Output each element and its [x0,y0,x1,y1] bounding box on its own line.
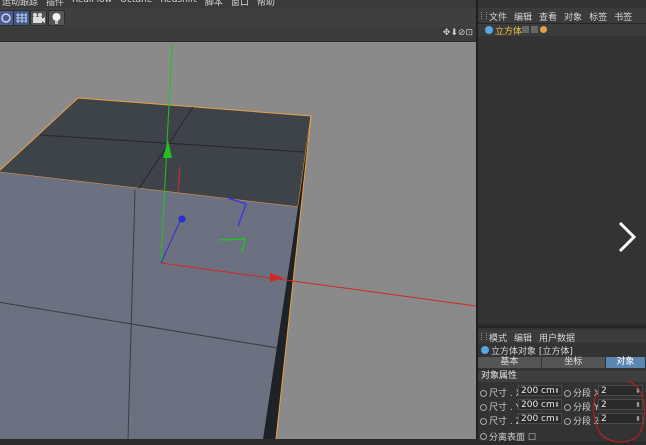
object-manager: 文件 编辑 查看 对象 标签 书签 立方体 [478,0,646,324]
next-arrow-icon[interactable] [612,220,640,254]
tab-basic[interactable]: 基本 [478,357,541,368]
menu-motion-tracking[interactable]: 运动跟踪 [2,0,38,8]
attribute-menu: 模式 编辑 用户数据 [478,330,646,344]
deformer-icon[interactable] [0,10,14,26]
attr-menu-edit[interactable]: 编辑 [514,331,532,344]
floor-grid-icon[interactable] [13,10,30,26]
keyframe-icon[interactable] [480,390,487,397]
camera-icon[interactable] [30,10,47,26]
attribute-tabs: 基本 坐标 对象 [478,357,646,369]
menu-plugins[interactable]: 插件 [46,0,64,8]
menu-script[interactable]: 脚本 [205,0,223,8]
menu-window[interactable]: 窗口 [231,0,249,8]
menu-redshift[interactable]: Redshift [160,0,197,8]
keyframe-icon[interactable] [564,404,571,411]
cube-object-icon [481,346,489,354]
tab-coord[interactable]: 坐标 [541,357,605,368]
attr-menu-userdata[interactable]: 用户数据 [539,331,575,344]
z-axis-handle [178,215,186,223]
om-menu-view[interactable]: 查看 [539,10,557,23]
keyframe-icon[interactable] [564,418,571,425]
drag-handle-icon[interactable] [481,12,487,19]
tab-object[interactable]: 对象 [605,357,645,368]
menu-octane[interactable]: Octane [120,0,152,8]
keyframe-icon[interactable] [564,390,571,397]
cube-object-icon [485,26,493,34]
om-menu-bookmarks[interactable]: 书签 [614,10,632,23]
keyframe-icon[interactable] [480,404,487,411]
menu-help[interactable]: 帮助 [257,0,275,8]
om-menu-object[interactable]: 对象 [564,10,582,23]
material-tag-icon[interactable] [540,26,547,33]
size-z-label: 尺寸 . Z [480,414,522,427]
attr-menu-mode[interactable]: 模式 [489,331,507,344]
object-name[interactable]: 立方体 [495,24,522,37]
toolbar [0,8,476,28]
viewport-header: ✥⬇⊘⊡ [0,27,476,42]
object-row-cube[interactable]: 立方体 [478,24,646,37]
cube-front-face [0,172,298,439]
separate-surfaces-label: 分离表面 ☐ [489,433,536,443]
size-y-label: 尺寸 . Y [480,400,521,413]
scene-drawing [0,43,476,439]
attribute-manager: 模式 编辑 用户数据 立方体对象 [立方体] 基本 坐标 对象 对象属性 尺寸 … [478,326,646,443]
viewport-3d[interactable] [0,42,476,439]
size-y-field[interactable]: 200 cm ⬍ [518,399,562,410]
attribute-title-text: 立方体对象 [立方体] [491,347,573,357]
attribute-title: 立方体对象 [立方体] [478,344,646,357]
visibility-icon[interactable] [531,26,538,33]
drag-handle-icon[interactable] [481,333,487,340]
separate-surfaces-row[interactable]: 分离表面 ☐ [480,430,536,443]
stepper-icon[interactable]: ⬍ [554,386,560,397]
stepper-icon[interactable]: ⬍ [554,400,560,411]
size-x-label: 尺寸 . X [480,386,522,399]
viewport-nav-icons[interactable]: ✥⬇⊘⊡ [443,28,473,38]
om-menu-tags[interactable]: 标签 [589,10,607,23]
stepper-icon[interactable]: ⬍ [554,414,560,425]
object-tags [522,26,547,33]
size-z-field[interactable]: 200 cm ⬍ [518,413,562,424]
menu-realflow[interactable]: RealFlow [72,0,112,8]
light-icon[interactable] [48,10,65,26]
keyframe-icon[interactable] [480,418,487,425]
om-menu-file[interactable]: 文件 [489,10,507,23]
size-x-field[interactable]: 200 cm ⬍ [518,385,562,396]
layer-icon[interactable] [522,26,529,33]
om-menu-edit[interactable]: 编辑 [514,10,532,23]
annotation-circle [593,380,645,443]
main-menubar: 运动跟踪 插件 RealFlow Octane Redshift 脚本 窗口 帮… [0,0,476,8]
object-manager-menu: 文件 编辑 查看 对象 标签 书签 [478,8,646,24]
